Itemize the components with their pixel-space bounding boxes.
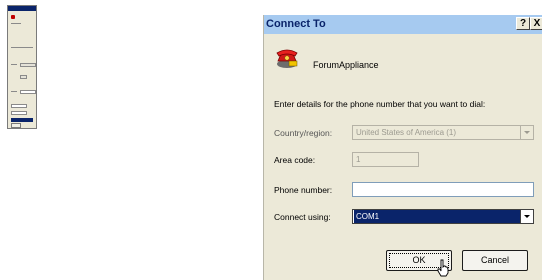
phone-icon	[276, 49, 298, 68]
help-icon: ?	[519, 18, 527, 29]
area-code-label: Area code:	[274, 155, 316, 165]
thumbnail-country-field	[20, 63, 36, 67]
connect-using-select[interactable]: COM1	[352, 209, 534, 224]
area-code-value: 1	[356, 155, 361, 164]
phone-number-label: Phone number:	[274, 185, 333, 195]
connect-to-dialog: Connect To ? X ForumAppliance Enter deta…	[263, 15, 542, 280]
country-region-value: United States of America (1)	[356, 128, 457, 137]
instructions-text: Enter details for the phone number that …	[274, 99, 486, 109]
phone-number-input[interactable]	[352, 182, 534, 197]
close-icon: X	[533, 18, 541, 29]
title-bar[interactable]: Connect To ? X	[264, 15, 542, 34]
thumbnail-titlebar	[8, 6, 36, 11]
thumbnail-phone-field	[20, 90, 36, 94]
thumbnail-connect-field	[11, 104, 27, 108]
close-button[interactable]: X	[530, 17, 542, 30]
country-region-select[interactable]: United States of America (1)	[352, 125, 534, 140]
connect-using-label: Connect using:	[274, 212, 331, 222]
thumbnail-button	[11, 123, 21, 128]
hand-cursor-icon	[437, 259, 449, 277]
country-region-label: Country/region:	[274, 128, 333, 138]
thumbnail-phone-icon	[11, 15, 15, 19]
dialog-thumbnail	[7, 5, 37, 129]
help-button[interactable]: ?	[516, 17, 530, 30]
thumbnail-selected-item	[11, 118, 33, 122]
thumbnail-line	[11, 23, 21, 24]
thumbnail-line	[11, 47, 33, 48]
thumbnail-line	[11, 91, 17, 92]
thumbnail-list-field	[11, 111, 27, 115]
chevron-down-icon	[520, 126, 533, 139]
area-code-input[interactable]: 1	[352, 152, 419, 167]
dialog-title: Connect To	[266, 18, 326, 30]
connect-using-value: COM1	[354, 210, 520, 223]
thumbnail-area-field	[20, 75, 27, 79]
thumbnail-line	[11, 64, 17, 65]
connection-name: ForumAppliance	[313, 60, 379, 70]
cancel-button[interactable]: Cancel	[462, 250, 528, 271]
chevron-down-icon[interactable]	[520, 210, 533, 223]
